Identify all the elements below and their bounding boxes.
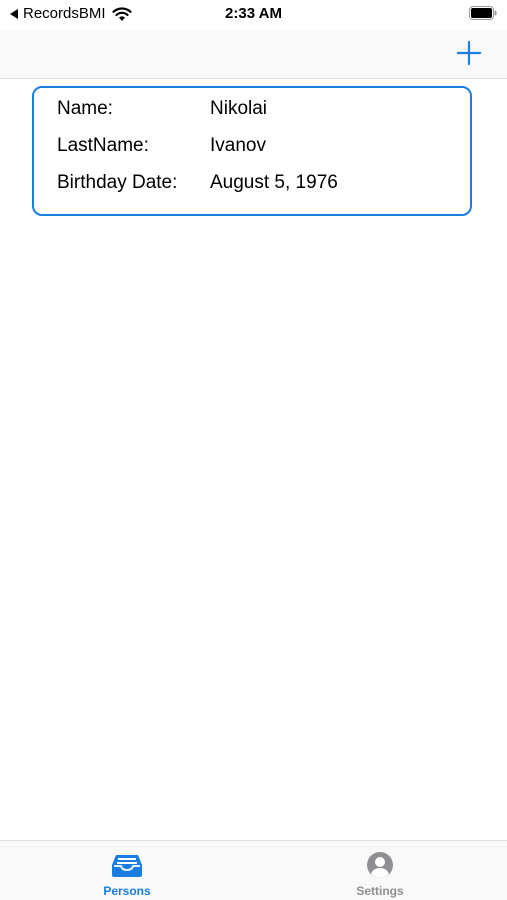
- status-bar: RecordsBMI 2:33 AM: [0, 0, 507, 30]
- plus-icon: [456, 40, 482, 66]
- name-row: Name: Nikolai: [57, 98, 267, 120]
- lastname-row: LastName: Ivanov: [57, 135, 266, 157]
- birthday-row: Birthday Date: August 5, 1976: [57, 172, 338, 194]
- battery-icon: [469, 6, 497, 20]
- name-value: Nikolai: [210, 98, 268, 119]
- tab-settings-label: Settings: [356, 884, 404, 898]
- navigation-bar: [0, 30, 507, 79]
- birthday-value: August 5, 1976: [210, 172, 338, 193]
- add-person-button[interactable]: [455, 39, 483, 67]
- tab-persons-label: Persons: [103, 884, 151, 898]
- tab-bar: Persons Settings: [0, 840, 507, 900]
- tab-settings[interactable]: Settings: [330, 851, 430, 898]
- lastname-value: Ivanov: [210, 135, 266, 156]
- name-label: Name:: [57, 98, 113, 119]
- birthday-label: Birthday Date:: [57, 172, 178, 193]
- person-card[interactable]: Name: Nikolai LastName: Ivanov Birthday …: [32, 86, 472, 216]
- tab-persons[interactable]: Persons: [77, 851, 177, 898]
- lastname-label: LastName:: [57, 135, 149, 156]
- status-time: 2:33 AM: [225, 5, 282, 22]
- tray-icon: [112, 855, 142, 877]
- person-circle-icon: [367, 852, 393, 878]
